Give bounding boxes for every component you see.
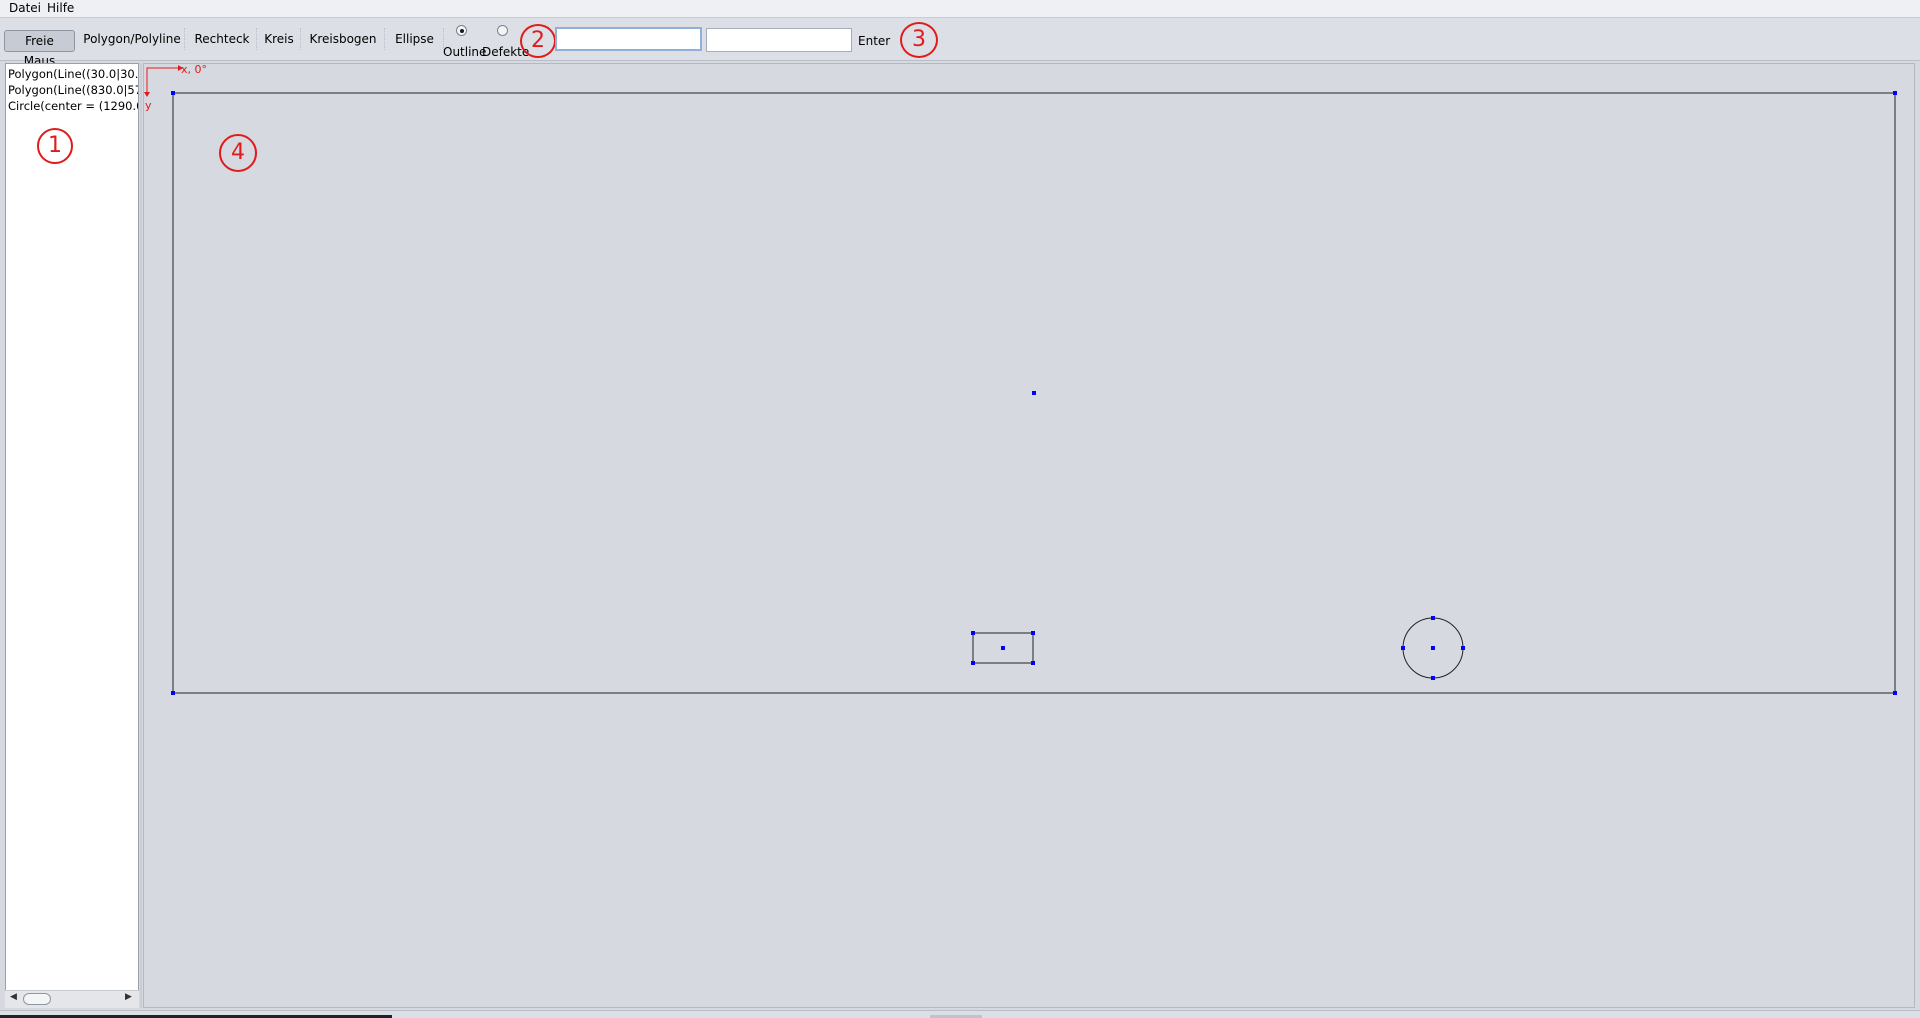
shape-list-panel: Polygon(Line((30.0|30.0 Polygon(Line((83… <box>5 63 139 1008</box>
axis-x-label: x, 0° <box>181 64 207 76</box>
defekte-radio[interactable] <box>497 25 508 36</box>
rect-handle-br[interactable] <box>1031 661 1035 665</box>
outline-center-handle[interactable] <box>1032 391 1036 395</box>
canvas-svg: x, 0° y <box>144 64 1897 695</box>
axis-y-label: y <box>145 99 152 112</box>
tool-kreis-button[interactable]: Kreis <box>258 28 301 50</box>
tool-kreisbogen-button[interactable]: Kreisbogen <box>302 28 385 50</box>
circle-center-handle[interactable] <box>1431 646 1435 650</box>
drawing-canvas[interactable]: x, 0° y 4 <box>143 63 1915 1008</box>
circle-handle-left[interactable] <box>1401 646 1405 650</box>
tool-freie-maus-button[interactable]: Freie Maus <box>4 30 75 68</box>
outline-radio-label: Outline <box>443 45 487 59</box>
annotation-1: 1 <box>37 128 73 164</box>
menu-hilfe[interactable]: Hilfe <box>45 1 76 15</box>
menu-datei[interactable]: Datei <box>7 1 43 15</box>
rect-handle-tr[interactable] <box>1031 631 1035 635</box>
tool-ellipse-button[interactable]: Ellipse <box>386 28 444 50</box>
circle-handle-top[interactable] <box>1431 616 1435 620</box>
input-field-1[interactable] <box>555 27 702 51</box>
shape-list-item-circle[interactable]: Circle(center = (1290.0|5 <box>8 99 138 113</box>
menu-bar: Datei Hilfe <box>0 0 1920 18</box>
outline-handle-bottom-right[interactable] <box>1893 691 1897 695</box>
outline-handle-bottom-left[interactable] <box>171 691 175 695</box>
toolbar: Freie Maus Polygon/Polyline Rechteck Kre… <box>0 18 1920 68</box>
scroll-thumb[interactable] <box>23 993 51 1005</box>
tool-polygon-button[interactable]: Polygon/Polyline <box>80 28 185 50</box>
annotation-4: 4 <box>219 134 257 172</box>
scroll-right-arrow-icon[interactable]: ▶ <box>125 992 132 1002</box>
enter-label[interactable]: Enter <box>858 34 890 48</box>
circle-handle-right[interactable] <box>1461 646 1465 650</box>
rect-handle-tl[interactable] <box>971 631 975 635</box>
axis-indicator: x, 0° y <box>144 64 207 112</box>
outline-handle-top-right[interactable] <box>1893 91 1897 95</box>
annotation-2: 2 <box>520 24 556 58</box>
annotation-3: 3 <box>900 22 938 58</box>
shape-list-item-polygon-2[interactable]: Polygon(Line((830.0|570 <box>8 83 138 97</box>
panel-divider[interactable] <box>140 63 142 1008</box>
shape-list-item-polygon-1[interactable]: Polygon(Line((30.0|30.0 <box>8 67 138 81</box>
outline-handle-top-left[interactable] <box>171 91 175 95</box>
rect-center-handle[interactable] <box>1001 646 1005 650</box>
rect-handle-bl[interactable] <box>971 661 975 665</box>
scroll-left-arrow-icon[interactable]: ◀ <box>10 992 17 1002</box>
shape-list-hscrollbar[interactable]: ◀ ▶ <box>5 990 139 1008</box>
circle-handle-bottom[interactable] <box>1431 676 1435 680</box>
outline-radio[interactable] <box>456 25 467 36</box>
input-field-2[interactable] <box>706 28 852 52</box>
tool-rechteck-button[interactable]: Rechteck <box>188 28 257 50</box>
